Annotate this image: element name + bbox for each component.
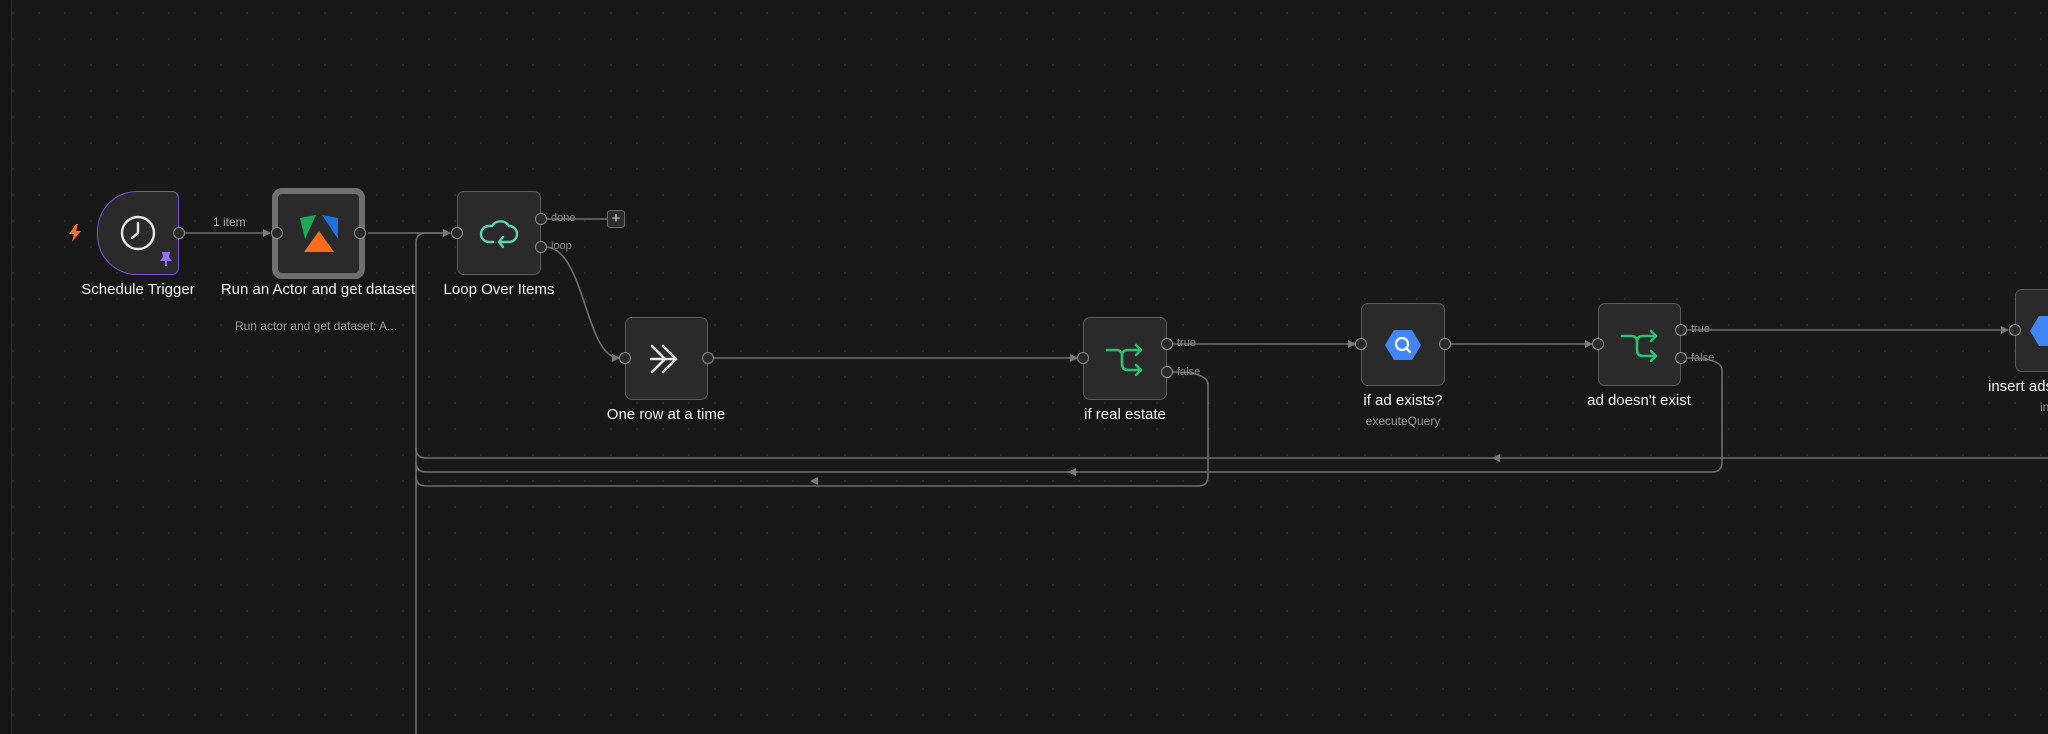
back-arrow-1	[810, 477, 818, 485]
ad-doesnt-exist-false-handle[interactable]	[1675, 352, 1687, 364]
actor-output-handle[interactable]	[354, 227, 366, 239]
port-false-label: false	[1691, 352, 1715, 364]
back-arrow-2	[1068, 468, 1076, 476]
apify-logo-icon	[299, 214, 338, 252]
back-arrow-3	[1492, 454, 1500, 462]
edge-loop-to-one-row[interactable]	[544, 246, 620, 362]
node-one-row-at-a-time[interactable]	[625, 317, 708, 400]
trigger-output-handle[interactable]	[173, 227, 185, 239]
ad-doesnt-exist-label: ad doesn't exist	[1587, 392, 1691, 409]
node-loop-over-items[interactable]	[457, 191, 541, 275]
actor-input-handle[interactable]	[271, 227, 283, 239]
node-if-real-estate[interactable]	[1083, 317, 1167, 400]
one-row-input-handle[interactable]	[619, 352, 631, 364]
bigquery-icon	[1385, 329, 1421, 360]
branch-arrows-icon	[1105, 343, 1143, 376]
pin-icon[interactable]	[160, 252, 172, 266]
double-chevron-right-icon	[649, 344, 677, 373]
connections-layer	[185, 218, 2048, 734]
bigquery-icon	[2030, 315, 2048, 346]
port-loop-label: loop	[551, 240, 572, 252]
add-node-button[interactable]: +	[607, 210, 625, 228]
bolt-icon	[69, 224, 81, 242]
insert-ads-label: insert ads	[1988, 378, 2048, 395]
loop-arrow-icon	[479, 220, 519, 249]
if-real-estate-input-handle[interactable]	[1077, 352, 1089, 364]
if-ad-exists-label: if ad exists?	[1363, 392, 1443, 409]
insert-ads-subtitle: in	[2040, 400, 2048, 414]
node-run-actor[interactable]	[272, 188, 365, 279]
if-ad-exists-input-handle[interactable]	[1355, 338, 1367, 350]
one-row-label: One row at a time	[606, 406, 726, 423]
ad-doesnt-exist-true-handle[interactable]	[1675, 324, 1687, 336]
edge-item-count: 1 item	[213, 215, 246, 229]
run-actor-subtitle: Run actor and get dataset: A...	[234, 319, 398, 333]
if-ad-exists-subtitle: executeQuery	[1365, 414, 1441, 428]
ad-doesnt-exist-input-handle[interactable]	[1592, 338, 1604, 350]
loop-input-handle[interactable]	[451, 227, 463, 239]
insert-ads-input-handle[interactable]	[2009, 324, 2021, 336]
if-ad-exists-output-handle[interactable]	[1439, 338, 1451, 350]
one-row-output-handle[interactable]	[702, 352, 714, 364]
port-true-label: true	[1177, 337, 1196, 349]
port-false-label: false	[1177, 366, 1201, 378]
node-ad-doesnt-exist[interactable]	[1598, 303, 1681, 386]
if-real-estate-false-handle[interactable]	[1161, 366, 1173, 378]
clock-icon	[120, 215, 156, 251]
node-schedule-trigger[interactable]	[97, 191, 179, 275]
branch-arrows-icon	[1620, 329, 1657, 362]
if-real-estate-true-handle[interactable]	[1161, 338, 1173, 350]
edge-insert-back-to-loop[interactable]	[415, 447, 2048, 459]
loop-done-handle[interactable]	[535, 213, 547, 225]
port-done-label: done	[551, 212, 576, 224]
loop-label: Loop Over Items	[443, 281, 555, 298]
if-real-estate-label: if real estate	[1084, 406, 1166, 423]
loop-loop-handle[interactable]	[535, 241, 547, 253]
node-if-ad-exists[interactable]	[1361, 303, 1445, 386]
port-true-label: true	[1691, 323, 1710, 335]
